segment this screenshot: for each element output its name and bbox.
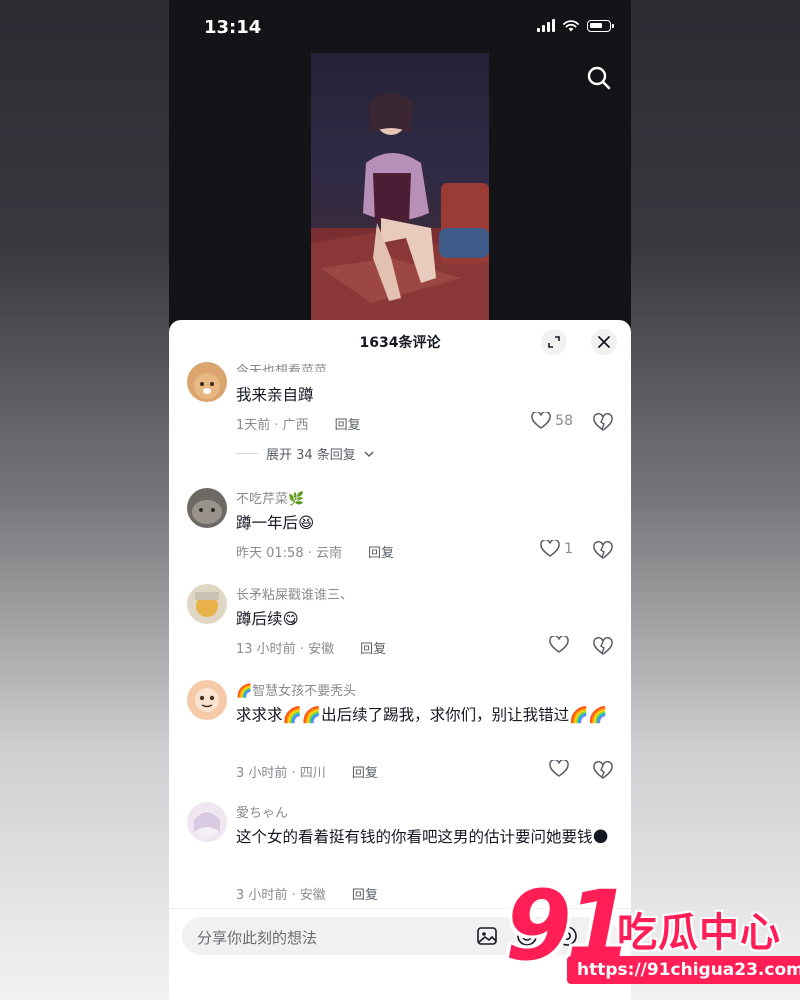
battery-icon (587, 19, 614, 32)
comment-username[interactable]: 不吃芹菜🌿 (236, 488, 304, 507)
video-thumbnail[interactable] (311, 53, 489, 321)
comment-meta: 昨天 01:58 · 云南 回复 (236, 542, 394, 561)
site-watermark: 91 吃瓜中心 https://91chigua23.com (505, 870, 800, 988)
comment-username[interactable]: 🌈智慧女孩不要秃头 (236, 680, 356, 699)
avatar[interactable] (187, 584, 227, 624)
comment-meta: 13 小时前 · 安徽 回复 (236, 638, 386, 657)
broken-heart-icon[interactable] (593, 637, 613, 657)
comment-username[interactable]: 今天也想看菜菜 (236, 360, 327, 372)
signal-icon (537, 19, 555, 32)
comment-username[interactable]: 长矛粘屎戳谁谁三、 (236, 584, 353, 603)
comment-time-location: 昨天 01:58 · 云南 (236, 546, 342, 561)
heart-icon (531, 412, 551, 429)
expand-icon (548, 336, 560, 348)
like-button[interactable]: 58 (531, 412, 573, 430)
reply-button[interactable]: 回复 (368, 542, 394, 561)
avatar[interactable] (187, 362, 227, 402)
expand-replies-label: 展开 34 条回复 (266, 448, 356, 463)
like-button[interactable] (549, 760, 573, 778)
comment-time-location: 3 小时前 · 四川 (236, 766, 326, 781)
comment-text: 蹲一年后😆 (236, 514, 315, 532)
comment-time-location: 13 小时前 · 安徽 (236, 642, 335, 657)
avatar[interactable] (187, 488, 227, 528)
heart-icon (549, 636, 569, 653)
comment-time-location: 1天前 · 广西 (236, 418, 309, 433)
like-button[interactable] (549, 636, 573, 654)
heart-icon (540, 540, 560, 557)
comment-text: 我来亲自蹲 (236, 386, 314, 404)
status-icons (537, 19, 614, 32)
reply-button[interactable]: 回复 (335, 414, 361, 433)
comment-username[interactable]: 愛ちゃん (236, 802, 288, 821)
like-count: 58 (555, 413, 573, 429)
like-count: 1 (564, 541, 573, 557)
chevron-down-icon (364, 450, 374, 457)
avatar[interactable] (187, 680, 227, 720)
search-icon[interactable] (585, 64, 613, 92)
comment-meta: 3 小时前 · 安徽 回复 (236, 884, 378, 903)
broken-heart-icon[interactable] (593, 413, 613, 433)
comment-text: 蹲后续😋 (236, 610, 299, 628)
comment-meta: 3 小时前 · 四川 回复 (236, 762, 378, 781)
watermark-brand: 吃瓜中心 (617, 910, 781, 956)
comment-text: 这个女的看着挺有钱的你看吧这男的估计要问她要钱🌑 (236, 828, 609, 846)
wifi-icon (563, 19, 579, 31)
divider (236, 453, 258, 454)
reply-button[interactable]: 回复 (360, 638, 386, 657)
sheet-header: 1634条评论 (169, 320, 631, 364)
image-icon[interactable] (476, 925, 498, 947)
close-button[interactable] (591, 329, 617, 355)
comment-input-placeholder: 分享你此刻的想法 (197, 929, 318, 947)
broken-heart-icon[interactable] (593, 541, 613, 561)
avatar[interactable] (187, 802, 227, 842)
close-icon (598, 336, 610, 348)
status-bar: 13:14 (169, 0, 631, 52)
broken-heart-icon[interactable] (593, 761, 613, 781)
phone-screen: 13:14 1634条评论 今天也想看菜菜 我来亲自蹲 1天前 · 广西 回复 … (169, 0, 631, 1000)
reply-button[interactable]: 回复 (352, 884, 378, 903)
comment-meta: 1天前 · 广西 回复 (236, 414, 361, 433)
comment-text: 求求求🌈🌈出后续了踢我，求你们，别让我错过🌈🌈 (236, 706, 608, 724)
watermark-url: https://91chigua23.com (567, 956, 800, 984)
expand-replies-button[interactable]: 展开 34 条回复 (236, 444, 374, 463)
heart-icon (549, 760, 569, 777)
video-thumbnail-image (311, 93, 489, 321)
reply-button[interactable]: 回复 (352, 762, 378, 781)
expand-button[interactable] (541, 329, 567, 355)
like-button[interactable]: 1 (540, 540, 573, 558)
status-time: 13:14 (204, 17, 262, 38)
comment-time-location: 3 小时前 · 安徽 (236, 888, 326, 903)
